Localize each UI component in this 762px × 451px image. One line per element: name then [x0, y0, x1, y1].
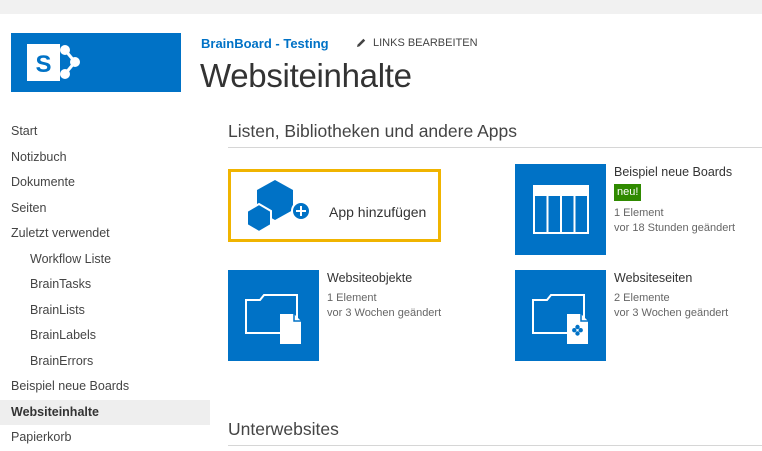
nav-item-brainlists[interactable]: BrainLists [0, 298, 210, 324]
tile-item-count: 1 Element [327, 292, 377, 304]
suite-bar [0, 0, 762, 14]
nav-item-dokumente[interactable]: Dokumente [0, 170, 210, 196]
folder-document-icon [228, 270, 319, 361]
page-title: Websiteinhalte [200, 57, 412, 94]
apps-section-header: Listen, Bibliotheken und andere Apps [228, 121, 517, 141]
tile-modified: vor 3 Wochen geändert [327, 307, 442, 319]
tile-title[interactable]: Beispiel neue Boards [614, 165, 732, 179]
list-icon [515, 164, 606, 255]
nav-item-seiten[interactable]: Seiten [0, 196, 210, 222]
edit-links-button[interactable]: LINKS BEARBEITEN [355, 37, 478, 49]
app-tile-websiteseiten[interactable]: Websiteseiten 2 Elemente vor 3 Wochen ge… [515, 270, 762, 361]
tile-title[interactable]: Websiteseiten [614, 271, 692, 285]
tile-modified: vor 3 Wochen geändert [614, 307, 729, 319]
nav-item-start[interactable]: Start [0, 119, 210, 145]
quick-launch-nav: Start Notizbuch Dokumente Seiten Zuletzt… [0, 119, 210, 451]
edit-links-label: LINKS BEARBEITEN [373, 37, 478, 49]
svg-text:S: S [35, 51, 51, 78]
new-badge: neu! [614, 184, 642, 201]
nav-item-websiteinhalte[interactable]: Websiteinhalte [0, 399, 210, 425]
tile-modified: vor 18 Stunden geändert [614, 222, 736, 234]
sharepoint-logo[interactable]: S [11, 33, 181, 92]
nav-item-brainerrors[interactable]: BrainErrors [0, 349, 210, 375]
nav-item-notizbuch[interactable]: Notizbuch [0, 145, 210, 171]
pencil-icon [357, 38, 366, 47]
subsites-section-header: Unterwebsites [228, 419, 339, 439]
add-app-button[interactable]: App hinzufügen [228, 169, 441, 242]
tile-item-count: 1 Element [614, 207, 664, 219]
tile-item-count: 2 Elemente [614, 292, 670, 304]
sharepoint-logo-icon: S [27, 44, 80, 81]
subsites-section-divider [228, 445, 762, 446]
nav-item-zuletzt-verwendet[interactable]: Zuletzt verwendet [0, 221, 210, 247]
app-tile-beispiel-neue-boards[interactable]: Beispiel neue Boards neu! 1 Element vor … [515, 164, 762, 255]
nav-item-workflow-liste[interactable]: Workflow Liste [0, 247, 210, 273]
site-title-link[interactable]: BrainBoard - Testing [201, 36, 329, 51]
nav-item-braintasks[interactable]: BrainTasks [0, 272, 210, 298]
nav-item-brainlabels[interactable]: BrainLabels [0, 323, 210, 349]
add-app-icon [246, 180, 311, 234]
tile-title[interactable]: Websiteobjekte [327, 271, 412, 285]
apps-section-divider [228, 147, 762, 148]
nav-item-beispiel-neue-boards[interactable]: Beispiel neue Boards [0, 374, 210, 400]
add-app-label: App hinzufügen [329, 204, 427, 220]
folder-page-icon [515, 270, 606, 361]
nav-item-papierkorb[interactable]: Papierkorb [0, 425, 210, 451]
app-tile-websiteobjekte[interactable]: Websiteobjekte 1 Element vor 3 Wochen ge… [228, 270, 488, 361]
